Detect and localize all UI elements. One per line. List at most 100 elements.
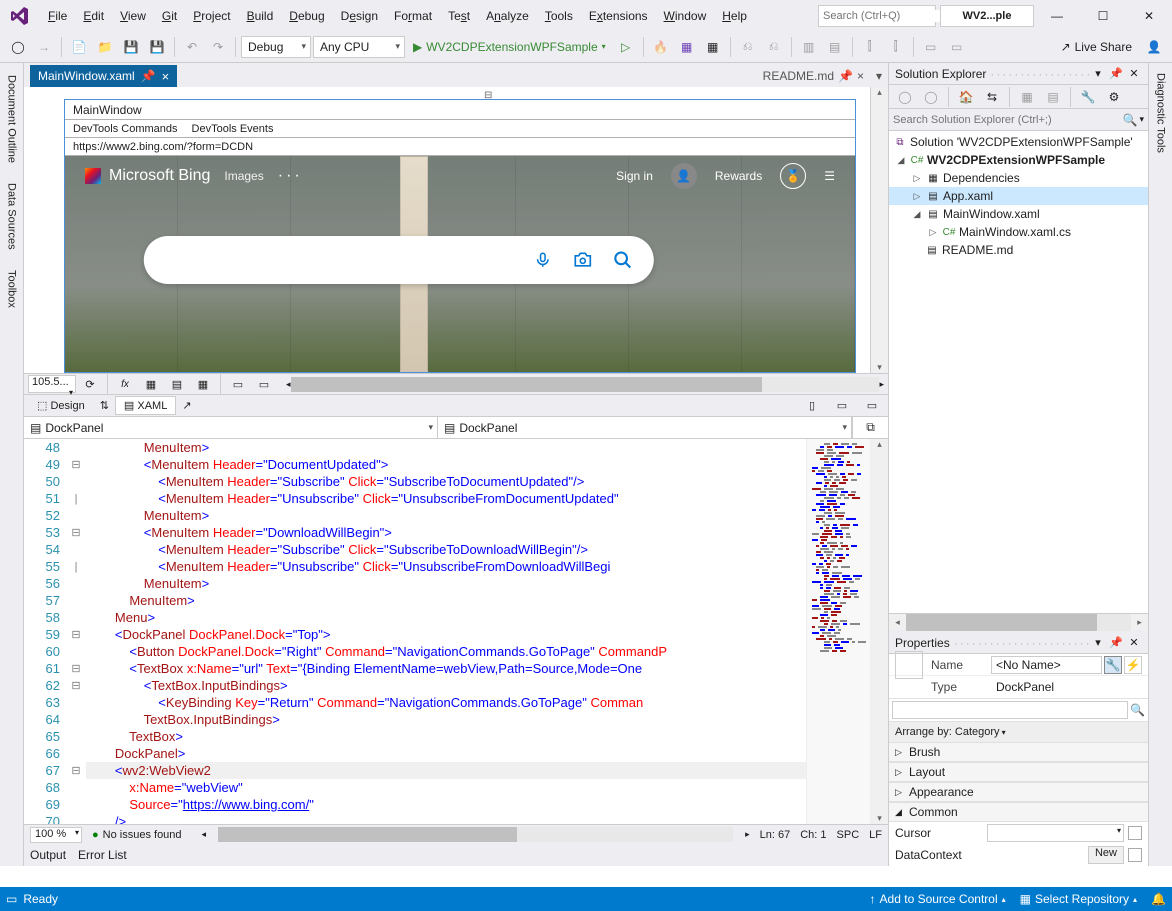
search-icon[interactable]: 🔍 (1130, 703, 1145, 717)
undo-icon[interactable]: ↶ (180, 35, 204, 59)
prop-search-bar[interactable]: 🔍 (889, 698, 1148, 722)
start-debug-button[interactable]: ▶WV2CDPExtensionWPFSample▾ (407, 35, 612, 59)
tb-icon-2[interactable]: ▦ (701, 35, 725, 59)
design-tb-effects-icon[interactable]: ▦ (191, 372, 215, 396)
preview-tab[interactable]: README.md 📌 × ▾ (757, 65, 888, 87)
hscroll-right-icon[interactable]: ▸ (879, 379, 884, 390)
doc-tab-active[interactable]: MainWindow.xaml 📌 × (30, 65, 177, 87)
scroll-up-icon[interactable]: ▴ (877, 87, 882, 98)
tab-output[interactable]: Output (30, 848, 66, 862)
prop-cat-brush[interactable]: ▷Brush (889, 742, 1148, 762)
prop-cat-appearance[interactable]: ▷Appearance (889, 782, 1148, 802)
nav-back-icon[interactable]: ◯ (6, 35, 30, 59)
rail-data-sources[interactable]: Data Sources (6, 183, 18, 250)
se-search-options-icon[interactable]: ▾ (1139, 114, 1144, 125)
panel-dropdown-icon[interactable]: ▾ (1090, 635, 1106, 651)
editor-hscroll-right-icon[interactable]: ▸ (745, 829, 750, 840)
tree-mainwindow-xaml[interactable]: ▤ MainWindow.xaml (889, 205, 1148, 223)
tab-error-list[interactable]: Error List (78, 848, 127, 862)
quick-search[interactable]: 🔍 (818, 5, 936, 27)
indent-mode[interactable]: SPC (837, 829, 860, 841)
menu-view[interactable]: View (112, 3, 154, 29)
rail-document-outline[interactable]: Document Outline (6, 75, 18, 163)
menu-help[interactable]: Help (714, 3, 755, 29)
design-zoom[interactable]: 105.5... (28, 375, 76, 393)
menu-edit[interactable]: Edit (75, 3, 112, 29)
tab-overflow-icon[interactable]: ▾ (876, 69, 882, 83)
menu-tools[interactable]: Tools (537, 3, 581, 29)
rail-toolbox[interactable]: Toolbox (6, 270, 18, 308)
start-without-debug-icon[interactable]: ▷ (614, 35, 638, 59)
design-tb-fx-icon[interactable]: fx (113, 372, 137, 396)
prop-marker-icon[interactable] (1128, 848, 1142, 862)
tab-xaml[interactable]: ▤ XAML (115, 396, 176, 415)
tree-project[interactable]: C# WV2CDPExtensionWPFSample (889, 151, 1148, 169)
menu-analyze[interactable]: Analyze (478, 3, 537, 29)
code-minimap[interactable] (806, 439, 870, 824)
design-tb-snap-icon[interactable]: ▤ (165, 372, 189, 396)
prop-cat-layout[interactable]: ▷Layout (889, 762, 1148, 782)
search-icon[interactable]: 🔍 (1123, 113, 1138, 127)
save-icon[interactable]: 💾 (119, 35, 143, 59)
code-editor[interactable]: 4849505152535455565758596061626364656667… (24, 439, 888, 824)
solution-tree[interactable]: ⧉ Solution 'WV2CDPExtensionWPFSample' C#… (889, 131, 1148, 613)
breadcrumb-right[interactable]: ▤DockPanel (438, 417, 852, 438)
se-search-input[interactable] (893, 114, 1123, 126)
se-preview-icon[interactable]: ⚙ (1102, 85, 1126, 109)
tree-readme[interactable]: ▤ README.md (889, 241, 1148, 259)
collapse-pane-icon[interactable]: ▭ (860, 394, 884, 418)
panel-close-icon[interactable]: ✕ (1126, 635, 1142, 651)
menu-extensions[interactable]: Extensions (581, 3, 656, 29)
pin-icon[interactable]: 📌 (838, 69, 853, 83)
solution-explorer-header[interactable]: Solution Explorer ······················… (889, 63, 1148, 85)
se-scrollbar[interactable]: ◂▸ (889, 613, 1148, 630)
solution-explorer-search[interactable]: 🔍 ▾ (889, 109, 1148, 131)
prop-cat-common[interactable]: ◢Common (889, 802, 1148, 822)
menu-git[interactable]: Git (154, 3, 185, 29)
split-horizontal-icon[interactable]: ▭ (830, 394, 854, 418)
editor-zoom[interactable]: 100 % (30, 827, 82, 843)
select-repository[interactable]: ▦ Select Repository ▴ (1020, 892, 1137, 906)
solution-config-dropdown[interactable]: Debug (241, 36, 311, 58)
issues-indicator[interactable]: ● No issues found (92, 829, 182, 841)
tree-solution[interactable]: ⧉ Solution 'WV2CDPExtensionWPFSample' (889, 133, 1148, 151)
prop-search-input[interactable] (892, 701, 1128, 719)
code-body[interactable]: MenuItem> <MenuItem Header="DocumentUpda… (86, 439, 806, 824)
close-button[interactable]: ✕ (1126, 0, 1172, 31)
events-icon[interactable]: ⚡ (1124, 656, 1142, 674)
menu-file[interactable]: File (40, 3, 75, 29)
tree-mainwindow-cs[interactable]: C# MainWindow.xaml.cs (889, 223, 1148, 241)
prop-name-input[interactable]: <No Name> (991, 656, 1102, 674)
prop-arrange[interactable]: Arrange by: Category ▾ (889, 722, 1148, 742)
rail-diagnostic-tools[interactable]: Diagnostic Tools (1155, 73, 1167, 153)
panel-pin-icon[interactable]: 📌 (1108, 635, 1124, 651)
panel-pin-icon[interactable]: 📌 (1108, 66, 1124, 82)
menu-window[interactable]: Window (656, 3, 715, 29)
properties-header[interactable]: Properties ························ ▾ 📌 … (889, 632, 1148, 654)
open-file-icon[interactable]: 📁 (93, 35, 117, 59)
new-item-icon[interactable]: 📄 (67, 35, 91, 59)
close-preview-icon[interactable]: × (857, 69, 864, 83)
tree-dependencies[interactable]: ▦ Dependencies (889, 169, 1148, 187)
se-sync-icon[interactable]: ⇆ (980, 85, 1004, 109)
live-share-button[interactable]: ↗ Live Share (1053, 40, 1140, 54)
maximize-button[interactable]: ☐ (1080, 0, 1126, 31)
editor-scroll-up-icon[interactable]: ▴ (877, 439, 882, 450)
pin-icon[interactable]: 📌 (141, 69, 156, 83)
folding-column[interactable]: ⊟|⊟|⊟⊟⊟⊟ (66, 439, 86, 824)
account-icon[interactable]: 👤 (1142, 35, 1166, 59)
panel-dropdown-icon[interactable]: ▾ (1090, 66, 1106, 82)
solution-platform-dropdown[interactable]: Any CPU (313, 36, 405, 58)
menu-debug[interactable]: Debug (281, 3, 332, 29)
se-home-icon[interactable]: 🏠 (954, 85, 978, 109)
minimize-button[interactable]: — (1034, 0, 1080, 31)
design-tb-container2-icon[interactable]: ▭ (252, 372, 276, 396)
design-tb-container-icon[interactable]: ▭ (226, 372, 250, 396)
split-editor-icon[interactable]: ⧉ (852, 417, 888, 438)
split-vertical-icon[interactable]: ▯ (800, 394, 824, 418)
panel-close-icon[interactable]: ✕ (1126, 66, 1142, 82)
close-tab-icon[interactable]: × (162, 69, 170, 84)
refresh-design-icon[interactable]: ⟳ (78, 372, 102, 396)
save-all-icon[interactable]: 💾 (145, 35, 169, 59)
prop-new-button[interactable]: New (1088, 846, 1124, 864)
